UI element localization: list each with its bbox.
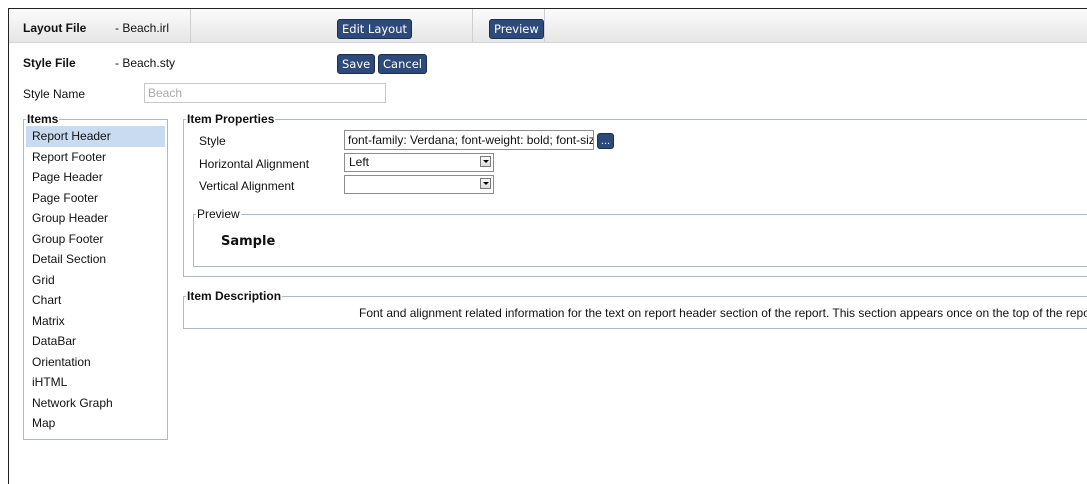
- list-item[interactable]: Network Graph: [26, 393, 165, 414]
- list-item[interactable]: Matrix: [26, 311, 165, 332]
- horizontal-alignment-select[interactable]: Left: [344, 153, 494, 172]
- chevron-down-icon[interactable]: [480, 156, 491, 167]
- list-item[interactable]: Detail Section: [26, 249, 165, 270]
- list-item[interactable]: Group Header: [26, 208, 165, 229]
- vertical-alignment-select[interactable]: [344, 175, 494, 194]
- style-field[interactable]: font-family: Verdana; font-weight: bold;…: [344, 130, 594, 150]
- items-legend: Items: [27, 112, 59, 126]
- preview-legend: Preview: [197, 207, 240, 221]
- preview-sample-text: Sample: [221, 234, 276, 249]
- style-file-value: - Beach.sty: [115, 56, 176, 70]
- preview-panel: Preview: [193, 207, 1087, 267]
- horizontal-alignment-value: Left: [349, 155, 370, 169]
- toolbar-divider: [472, 9, 473, 42]
- item-properties-legend: Item Properties: [187, 112, 275, 126]
- style-label: Style: [199, 134, 226, 148]
- toolbar-divider: [544, 9, 545, 42]
- list-item[interactable]: iHTML: [26, 372, 165, 393]
- list-item[interactable]: Map: [26, 413, 165, 434]
- items-list: Report Header Report Footer Page Header Pag…: [26, 126, 165, 434]
- list-item[interactable]: Group Footer: [26, 229, 165, 250]
- list-item[interactable]: Chart: [26, 290, 165, 311]
- style-name-input[interactable]: Beach: [144, 83, 386, 103]
- layout-file-label: Layout File: [23, 21, 87, 35]
- layout-file-value: - Beach.irl: [115, 21, 170, 35]
- item-description-text: Font and alignment related information f…: [359, 306, 1087, 320]
- vertical-alignment-label: Vertical Alignment: [199, 179, 295, 193]
- cancel-button[interactable]: Cancel: [378, 54, 427, 74]
- list-item[interactable]: Page Footer: [26, 188, 165, 209]
- list-item[interactable]: Page Header: [26, 167, 165, 188]
- list-item[interactable]: Report Footer: [26, 147, 165, 168]
- toolbar-divider: [190, 9, 191, 42]
- item-description-legend: Item Description: [187, 289, 282, 303]
- list-item[interactable]: Orientation: [26, 352, 165, 373]
- edit-layout-button[interactable]: Edit Layout: [337, 19, 413, 39]
- horizontal-alignment-label: Horizontal Alignment: [199, 157, 310, 171]
- list-item[interactable]: Grid: [26, 270, 165, 291]
- save-button[interactable]: Save: [337, 54, 376, 74]
- list-item[interactable]: DataBar: [26, 331, 165, 352]
- style-ellipsis-button[interactable]: ...: [597, 133, 614, 149]
- items-panel: Items Report Header Report Footer Page Hea…: [23, 112, 168, 440]
- list-item[interactable]: Report Header: [26, 126, 165, 147]
- style-file-label: Style File: [23, 56, 76, 70]
- preview-button[interactable]: Preview: [489, 19, 544, 39]
- layout-toolbar: [9, 9, 1087, 43]
- style-name-label: Style Name: [23, 87, 86, 101]
- chevron-down-icon[interactable]: [480, 178, 491, 189]
